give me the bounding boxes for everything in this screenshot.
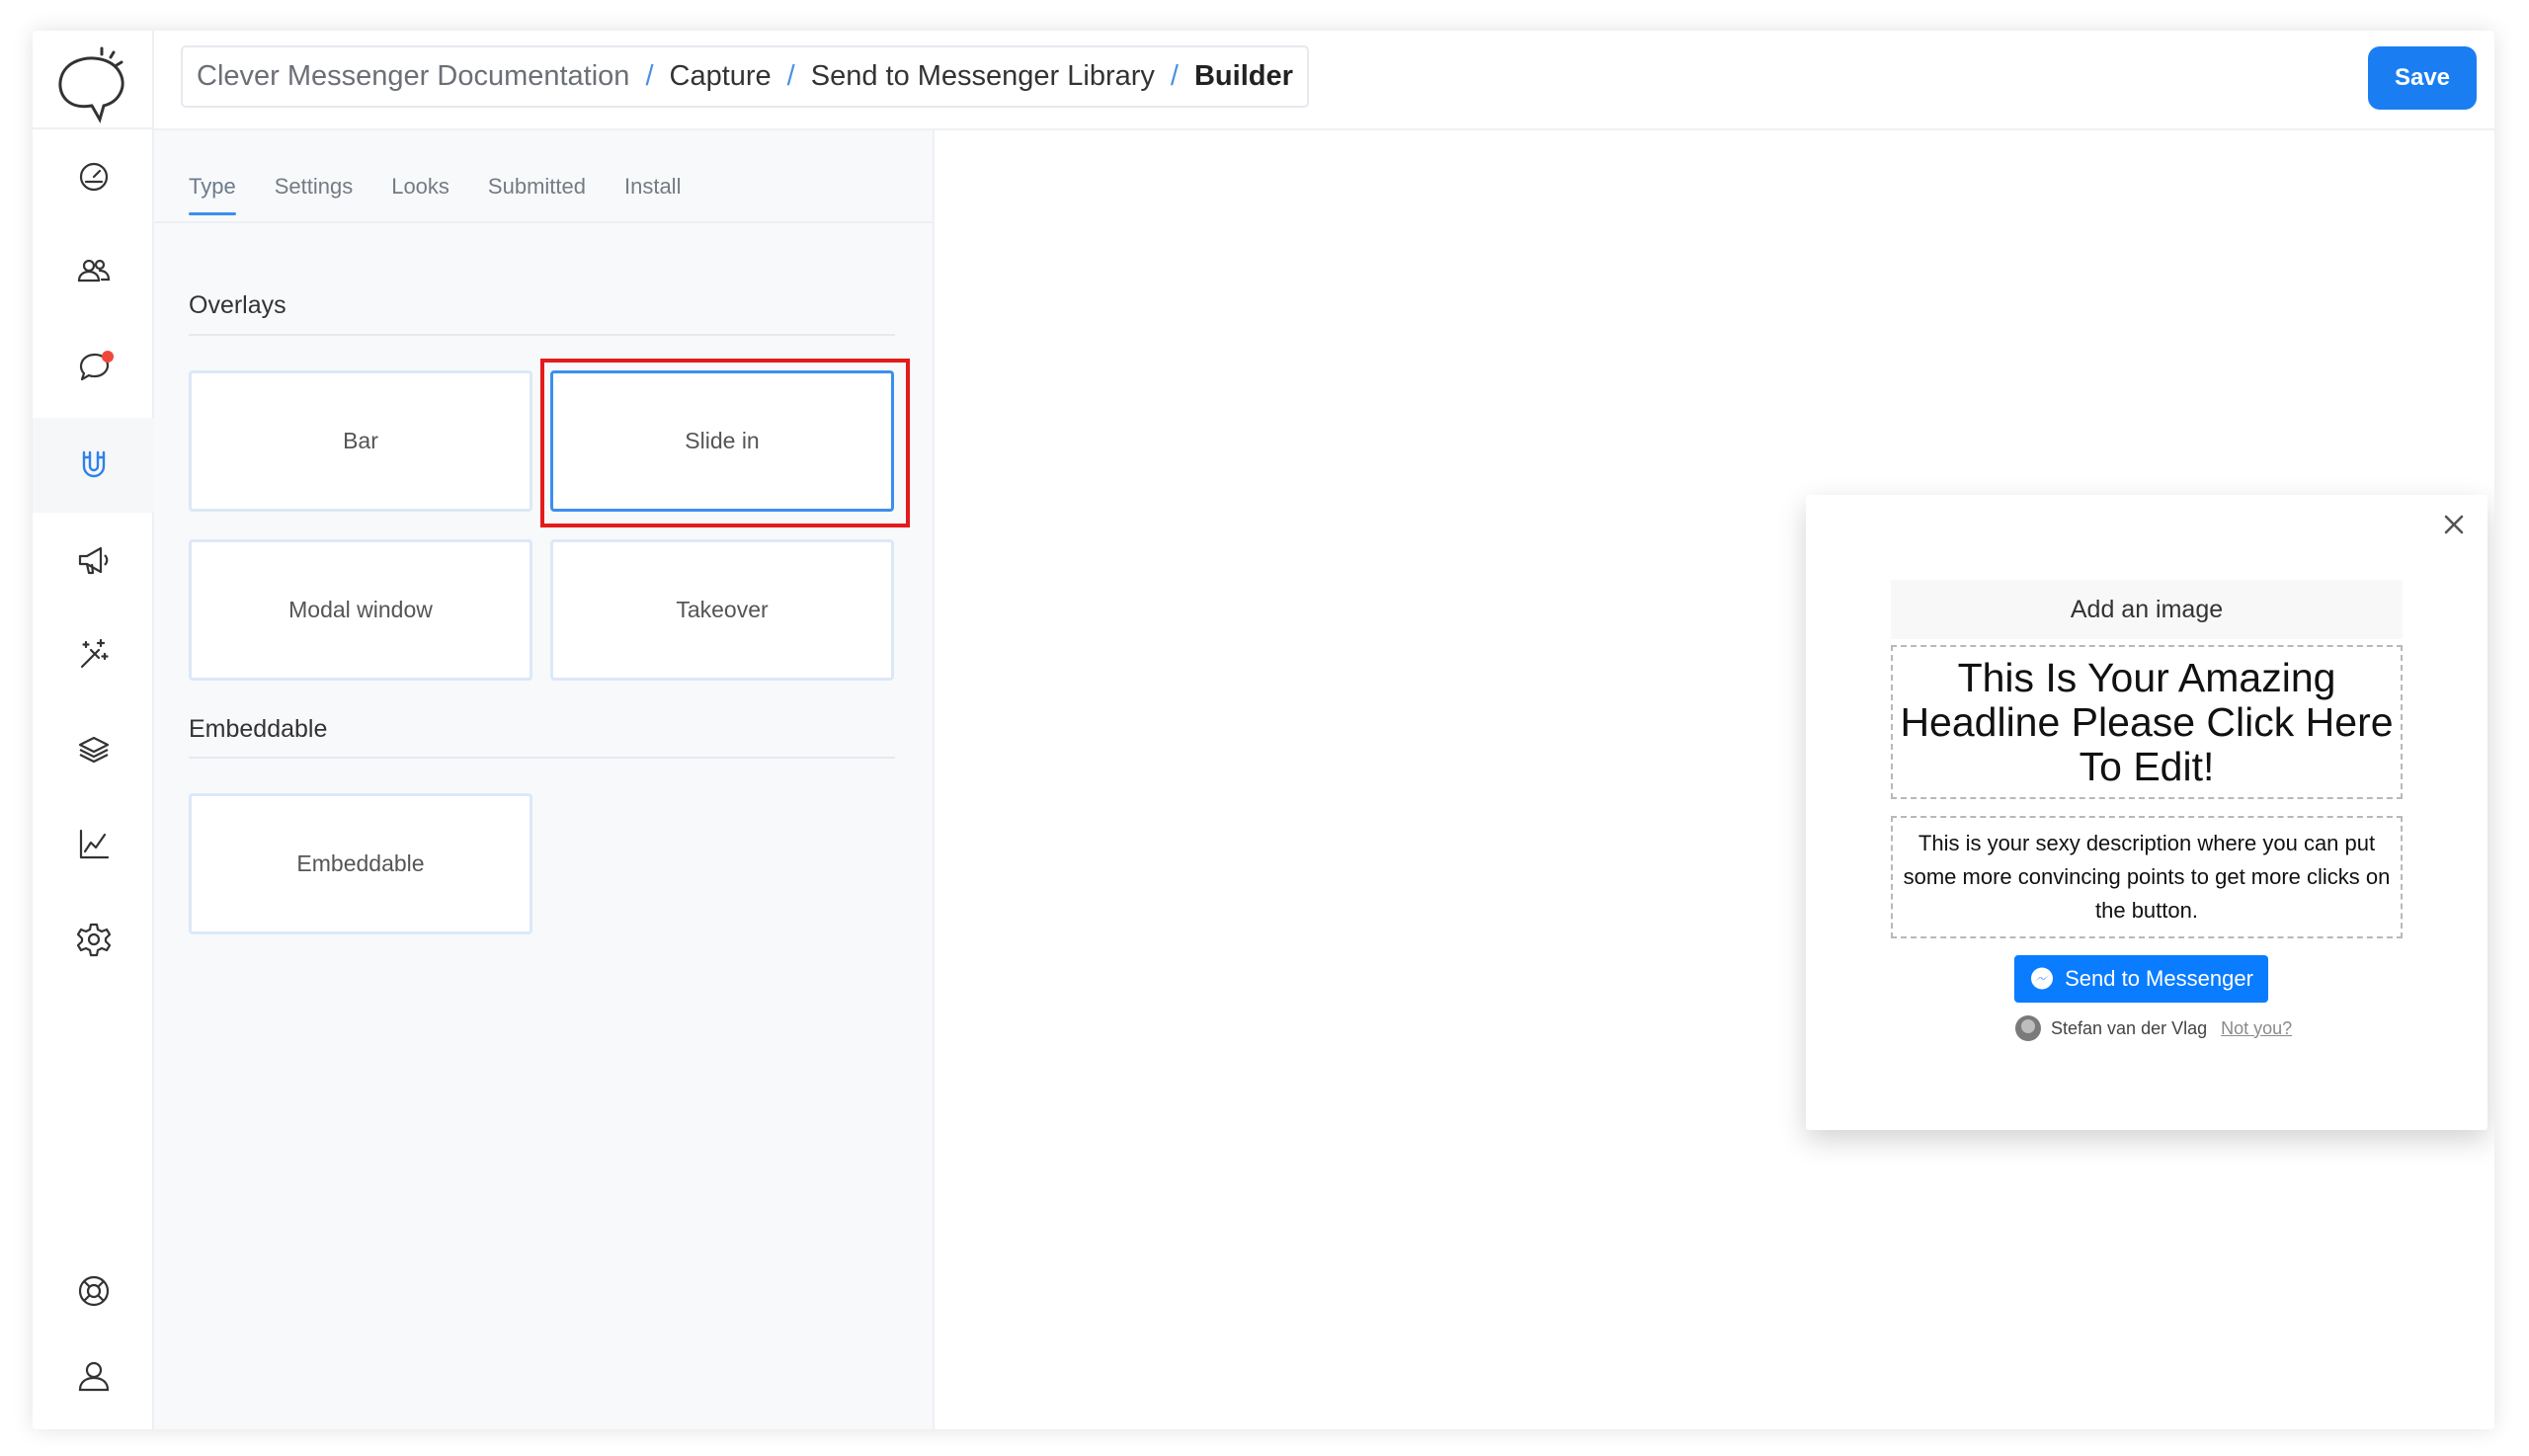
clever-messenger-logo[interactable]	[54, 42, 131, 131]
magnet-icon	[82, 450, 105, 478]
send-to-messenger-label: Send to Messenger	[2065, 966, 2253, 991]
user-name: Stefan van der Vlag	[2051, 1017, 2208, 1038]
help-lifebuoy-icon	[78, 1275, 109, 1307]
tabs-divider	[154, 221, 933, 223]
user-info-row: Stefan van der Vlag Not you?	[2015, 1015, 2292, 1041]
tab-settings[interactable]: Settings	[275, 174, 354, 215]
tab-install[interactable]: Install	[624, 174, 681, 215]
analytics-icon	[79, 829, 109, 859]
sidebar-item-broadcasts[interactable]	[33, 513, 154, 607]
messenger-icon	[2031, 967, 2054, 990]
overlay-option-takeover[interactable]: Takeover	[550, 539, 894, 681]
overlay-option-slide-in[interactable]: Slide in	[550, 370, 894, 512]
sidebar-item-account[interactable]	[33, 1329, 154, 1423]
tab-type[interactable]: Type	[189, 174, 236, 215]
breadcrumb-item-builder: Builder	[1193, 60, 1293, 92]
save-button[interactable]: Save	[2368, 46, 2477, 110]
overlay-option-bar[interactable]: Bar	[189, 370, 532, 512]
sidebar	[33, 31, 154, 1429]
sidebar-item-help[interactable]	[33, 1244, 154, 1338]
sidebar-item-content[interactable]	[33, 702, 154, 797]
sidebar-item-settings[interactable]	[33, 892, 154, 987]
breadcrumb-item-library[interactable]: Send to Messenger Library	[811, 60, 1155, 93]
sidebar-item-analytics[interactable]	[33, 797, 154, 892]
breadcrumb: Clever Messenger Documentation / Capture…	[181, 45, 1309, 108]
section-divider	[189, 334, 895, 336]
sidebar-item-automation[interactable]	[33, 607, 154, 702]
overlays-section-title: Overlays	[189, 291, 286, 319]
tab-submitted[interactable]: Submitted	[488, 174, 586, 215]
tab-looks[interactable]: Looks	[391, 174, 449, 215]
breadcrumb-separator: /	[786, 60, 795, 92]
not-you-link[interactable]: Not you?	[2221, 1018, 2292, 1039]
top-header: Clever Messenger Documentation / Capture…	[154, 31, 2494, 130]
embeddable-option[interactable]: Embeddable	[189, 793, 532, 934]
description-editable[interactable]: This is your sexy description where you …	[1891, 816, 2403, 938]
overlay-option-modal-window[interactable]: Modal window	[189, 539, 532, 681]
notification-dot	[102, 351, 114, 363]
dashboard-icon	[79, 162, 108, 192]
embeddable-section-title: Embeddable	[189, 715, 328, 743]
breadcrumb-item-workspace[interactable]: Clever Messenger Documentation	[197, 60, 629, 93]
app-window: Clever Messenger Documentation / Capture…	[33, 31, 2494, 1429]
sidebar-item-conversations[interactable]	[33, 319, 154, 414]
builder-panel: Type Settings Looks Submitted Install Ov…	[154, 130, 935, 1429]
account-icon	[78, 1361, 109, 1392]
builder-tabs: Type Settings Looks Submitted Install	[189, 174, 681, 215]
breadcrumb-item-capture[interactable]: Capture	[670, 60, 772, 93]
layers-icon	[78, 736, 109, 764]
settings-icon	[76, 923, 111, 957]
breadcrumb-separator: /	[1170, 60, 1179, 92]
headline-editable[interactable]: This Is Your Amazing Headline Please Cli…	[1891, 645, 2403, 799]
sidebar-item-capture[interactable]	[33, 418, 154, 513]
users-icon	[77, 259, 110, 283]
sidebar-item-dashboard[interactable]	[33, 129, 154, 224]
sidebar-item-subscribers[interactable]	[33, 224, 154, 319]
section-divider	[189, 757, 895, 759]
slide-in-preview: Add an image This Is Your Amazing Headli…	[1806, 495, 2488, 1130]
add-image-placeholder[interactable]: Add an image	[1891, 580, 2403, 639]
avatar	[2015, 1015, 2041, 1041]
send-to-messenger-button[interactable]: Send to Messenger	[2014, 955, 2268, 1003]
breadcrumb-separator: /	[645, 60, 654, 92]
close-icon[interactable]	[2436, 507, 2472, 542]
megaphone-icon	[78, 546, 108, 575]
magic-wand-icon	[80, 638, 109, 669]
